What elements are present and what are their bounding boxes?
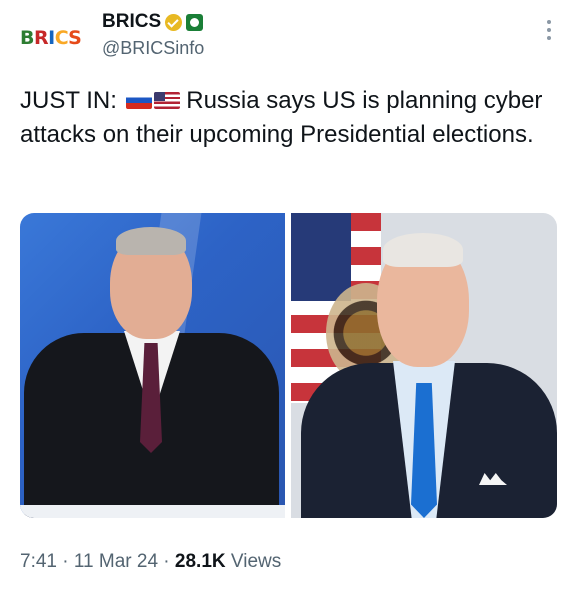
tweet-text: JUST IN: Russia says US is planning cybe… [20,84,560,152]
hair [383,233,463,267]
author-names: BRICS @BRICSinfo [102,10,204,60]
tweet-prefix: JUST IN: [20,87,117,114]
display-name[interactable]: BRICS [102,10,204,34]
photo-right[interactable] [291,213,557,518]
more-vertical-icon[interactable] [546,20,552,44]
tweet-time[interactable]: 7:41 [20,551,57,572]
display-name-text[interactable]: BRICS [102,10,161,34]
us-flag-icon [153,92,180,109]
media-grid [20,213,557,518]
author-handle[interactable]: @BRICSinfo [102,36,204,60]
gold-verified-badge-icon[interactable] [165,13,183,31]
tweet-header: BRICS BRICS @BRICSinfo [20,10,556,62]
tweet-meta: 7:41 · 11 Mar 24 · 28.1K Views [20,551,282,572]
hair [116,227,186,255]
views-count[interactable]: 28.1K [175,551,226,572]
photo-left[interactable] [20,213,285,518]
avatar[interactable]: BRICS [20,24,86,52]
tweet-date[interactable]: 11 Mar 24 [74,551,158,572]
views-label: Views [230,551,282,572]
flag-canton [291,213,351,301]
russia-flag-icon [125,92,152,109]
podium [20,505,285,518]
affiliate-badge-icon[interactable] [186,13,204,31]
